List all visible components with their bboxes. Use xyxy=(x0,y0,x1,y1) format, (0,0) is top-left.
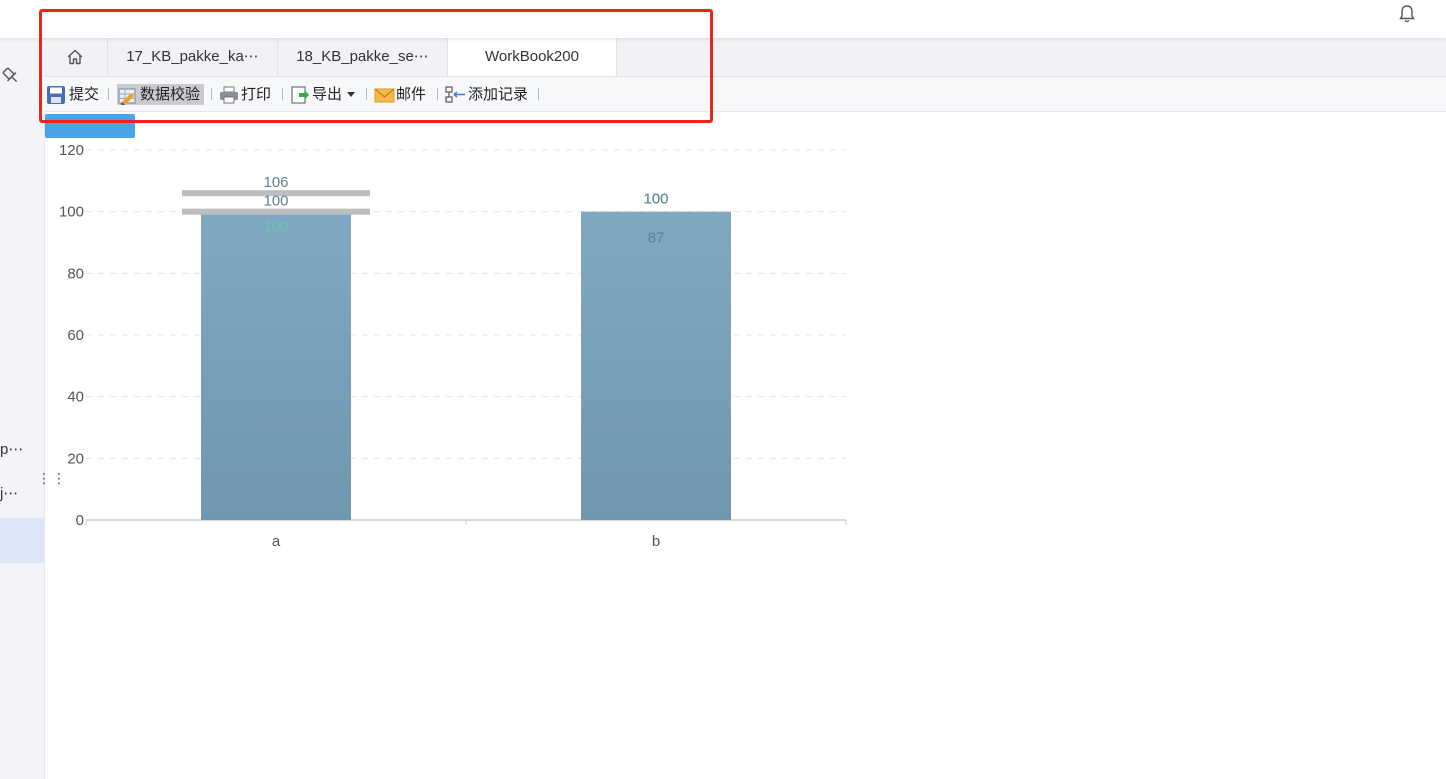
envelope-icon xyxy=(374,88,395,103)
mail-button[interactable]: 邮件 xyxy=(374,85,428,105)
submit-label: 提交 xyxy=(69,86,100,103)
home-icon xyxy=(67,49,83,65)
toolbar-divider xyxy=(437,88,438,100)
x-category-label: b xyxy=(652,533,660,550)
data-label: 100 xyxy=(263,219,288,236)
toolbar-divider xyxy=(366,88,367,100)
pencil-grid-icon xyxy=(118,88,136,105)
add-record-label: 添加记录 xyxy=(468,86,529,103)
toolbar-divider xyxy=(108,88,109,100)
toolbar-divider xyxy=(282,88,283,100)
print-label: 打印 xyxy=(241,86,272,103)
y-tick-label: 100 xyxy=(59,204,84,221)
tab-workbook200[interactable]: WorkBook200 xyxy=(448,38,617,76)
report-toolbar: 提交 数据校验 打印 导出 邮件 添加记录 xyxy=(44,77,1446,112)
blue-action-button[interactable] xyxy=(45,114,135,138)
toolbar-divider xyxy=(211,88,212,100)
left-list-selected-item[interactable] xyxy=(0,518,44,563)
y-tick-label: 120 xyxy=(59,142,84,159)
data-label: 100 xyxy=(263,193,288,210)
export-button[interactable]: 导出 xyxy=(290,85,358,105)
validate-data-label: 数据校验 xyxy=(140,86,201,103)
validate-data-button[interactable]: 数据校验 xyxy=(118,85,204,105)
add-record-button[interactable]: 添加记录 xyxy=(445,85,531,105)
left-panel: p⋯ j⋯ ⋮⋮ xyxy=(0,38,66,779)
tab-home[interactable] xyxy=(44,38,108,76)
y-tick-label: 60 xyxy=(67,327,84,344)
data-label: 100 xyxy=(643,191,668,208)
toolbar-divider xyxy=(538,88,539,100)
export-label: 导出 xyxy=(312,86,343,103)
bell-icon[interactable] xyxy=(1397,4,1417,24)
y-tick-label: 0 xyxy=(76,512,84,529)
pin-icon[interactable] xyxy=(1,66,21,86)
tab-workbook-17[interactable]: 17_KB_pakke_ka⋯ xyxy=(108,38,278,76)
left-list-item[interactable]: p⋯ xyxy=(0,440,23,458)
top-bar xyxy=(0,0,1446,38)
submit-button[interactable]: 提交 xyxy=(46,85,102,105)
add-record-icon xyxy=(445,86,465,103)
printer-icon xyxy=(220,86,238,104)
export-icon xyxy=(291,86,309,104)
print-button[interactable]: 打印 xyxy=(219,85,273,105)
mail-label: 邮件 xyxy=(396,86,427,103)
x-category-label: a xyxy=(272,533,281,550)
save-icon xyxy=(47,86,65,104)
y-tick-label: 20 xyxy=(67,450,84,467)
data-label: 106 xyxy=(263,174,288,191)
tab-bar: 17_KB_pakke_ka⋯ 18_KB_pakke_se⋯ WorkBook… xyxy=(44,38,1446,77)
chevron-down-icon xyxy=(347,92,355,97)
y-tick-label: 40 xyxy=(67,389,84,406)
y-tick-label: 80 xyxy=(67,265,84,282)
data-label: 87 xyxy=(648,230,665,247)
bar xyxy=(201,211,351,520)
bar-chart: 020406080100120a b10610010010010087 xyxy=(59,142,847,550)
left-list-item[interactable]: j⋯ xyxy=(0,484,18,502)
tab-workbook-18[interactable]: 18_KB_pakke_se⋯ xyxy=(278,38,448,76)
bar xyxy=(581,211,731,520)
